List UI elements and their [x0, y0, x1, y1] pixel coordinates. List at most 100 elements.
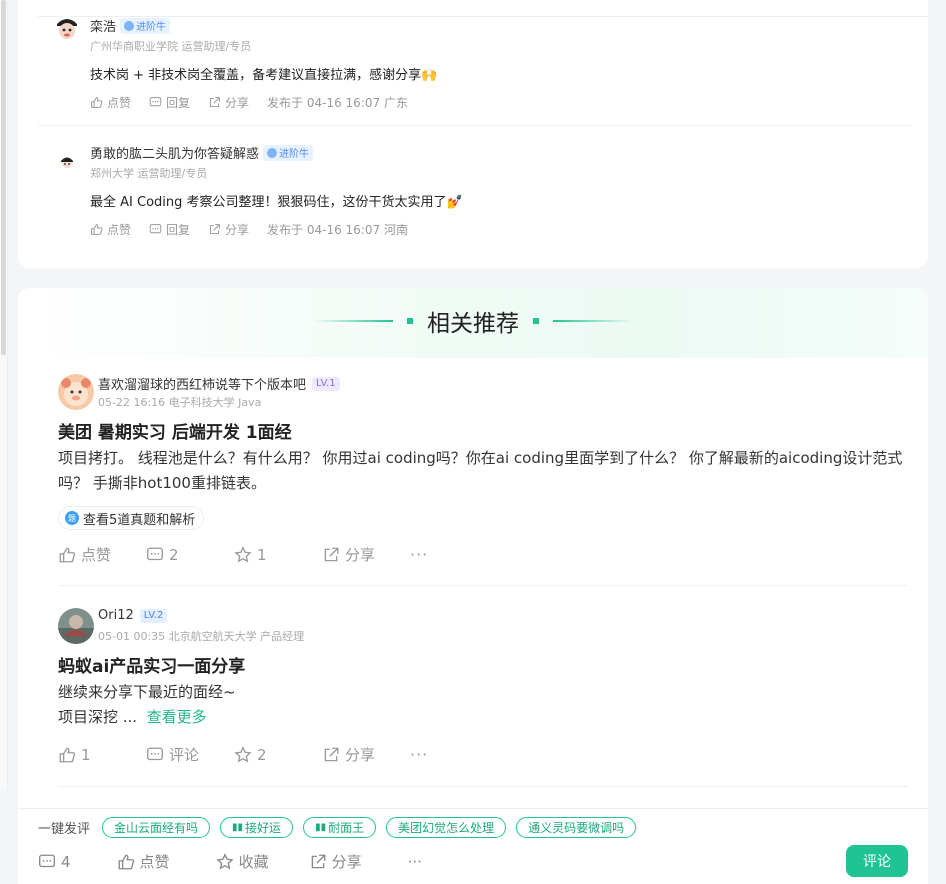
chat-bubble-icon	[149, 224, 162, 234]
share-label: 分享	[331, 853, 362, 871]
comments-button[interactable]: 4	[38, 853, 71, 871]
share-button[interactable]: 分享	[322, 544, 398, 565]
like-label: 点赞	[107, 96, 132, 110]
share-button[interactable]: 分享	[208, 94, 249, 111]
bar-actions: 4 点赞 收藏 分享 ···	[38, 851, 422, 872]
post-author[interactable]: Ori12	[98, 608, 134, 623]
questions-chip[interactable]: 题 查看5道真题和解析	[58, 506, 205, 530]
comment-actions: 点赞 回复 分享 发布于 04-16 16:07 河南	[90, 221, 408, 238]
share-label: 分享	[345, 546, 376, 564]
share-icon	[209, 224, 220, 235]
star-count: 2	[257, 745, 267, 764]
quick-comment-tag[interactable]: ▮▮ 接好运	[220, 817, 294, 838]
star-icon	[234, 745, 252, 763]
avatar[interactable]	[58, 608, 94, 644]
comment-author[interactable]: 栾浩	[90, 16, 116, 35]
thumbs-up-icon	[91, 224, 103, 235]
see-more-link[interactable]: 查看更多	[147, 708, 207, 726]
like-button[interactable]: 1	[58, 746, 134, 764]
question-bank-icon: 题	[65, 511, 79, 525]
badge-label: 进阶牛	[279, 149, 310, 160]
tag-text: 美团幻觉怎么处理	[398, 821, 495, 835]
collect-button[interactable]: 收藏	[215, 851, 269, 872]
comment-button[interactable]: 2	[146, 546, 222, 564]
share-label: 分享	[345, 746, 376, 764]
like-label: 点赞	[81, 546, 112, 564]
tag-text: 通义灵码要微调吗	[528, 821, 625, 835]
reply-label: 回复	[166, 96, 191, 110]
post-title[interactable]: 美团 暑期实习 后端开发 1面经	[58, 418, 292, 443]
post-body-line: 项目深挖 ... 查看更多	[58, 705, 908, 730]
thumbs-up-icon	[91, 97, 103, 108]
quick-comment-tag[interactable]: 金山云面经有吗	[102, 817, 211, 838]
share-button[interactable]: 分享	[208, 221, 249, 238]
like-button[interactable]: 点赞	[117, 851, 170, 872]
reply-button[interactable]: 回复	[149, 221, 190, 238]
decor-square	[407, 318, 413, 324]
thumbs-up-icon	[118, 854, 134, 869]
section-header: 相关推荐	[18, 304, 928, 338]
comment-time: 发布于 04-16 16:07 广东	[267, 96, 408, 110]
quick-comment-tag[interactable]: 美团幻觉怎么处理	[386, 817, 507, 838]
comment-button[interactable]: 评论	[146, 744, 222, 765]
level-badge: 进阶牛	[120, 17, 171, 34]
bottom-action-bar: 一键发评 金山云面经有吗 ▮▮ 接好运 ▮▮ 耐面王 美团幻觉怎么处理 通义灵码要微…	[18, 808, 928, 884]
more-button[interactable]: ···	[410, 745, 428, 764]
share-button[interactable]: 分享	[309, 851, 362, 872]
divider	[58, 585, 908, 586]
like-button[interactable]: 点赞	[58, 544, 134, 565]
badge-label: 进阶牛	[136, 22, 167, 33]
like-button[interactable]: 点赞	[90, 221, 131, 238]
quick-comment-tag[interactable]: 通义灵码要微调吗	[516, 817, 637, 838]
like-count: 1	[81, 745, 91, 764]
more-button[interactable]: ···	[408, 853, 422, 871]
chat-bubble-icon	[147, 747, 163, 760]
like-label: 点赞	[107, 223, 132, 237]
level-badge: 进阶牛	[263, 144, 314, 161]
quick-comment-label: 一键发评	[38, 822, 91, 837]
comment-count: 4	[61, 852, 71, 871]
avatar[interactable]	[58, 374, 94, 410]
share-icon	[311, 854, 326, 868]
comment-actions: 点赞 回复 分享 发布于 04-16 16:07 广东	[90, 94, 408, 111]
like-button[interactable]: 点赞	[90, 94, 131, 111]
post-body[interactable]: 项目拷打。 线程池是什么？有什么用？ 你用过ai coding吗？你在ai co…	[58, 446, 908, 496]
post-body[interactable]: 继续来分享下最近的面经~ 项目深挖 ... 查看更多	[58, 680, 908, 730]
more-button[interactable]: ···	[410, 545, 428, 564]
comment-label: 评论	[169, 746, 200, 764]
like-label: 点赞	[139, 853, 170, 871]
post-meta: 05-01 00:35 北京航空航天大学 产品经理	[98, 630, 305, 643]
badge-icon	[267, 147, 278, 158]
star-count: 1	[257, 545, 267, 564]
thumbs-up-icon	[59, 547, 76, 562]
comment-meta: 郑州大学 运营助理/专员	[90, 167, 208, 180]
decor-square	[533, 318, 539, 324]
comment-count: 2	[169, 545, 179, 564]
star-button[interactable]: 2	[234, 746, 310, 764]
share-icon	[324, 747, 339, 761]
avatar[interactable]	[54, 149, 80, 175]
tag-emoji-icon: ▮▮	[315, 822, 327, 833]
chat-bubble-icon	[147, 547, 163, 560]
page-scrollbar[interactable]	[0, 0, 8, 790]
share-button[interactable]: 分享	[322, 744, 398, 765]
avatar[interactable]	[54, 16, 80, 42]
submit-comment-button[interactable]: 评论	[846, 845, 908, 877]
post-author[interactable]: 喜欢溜溜球的西红柿说等下个版本吧	[98, 374, 306, 393]
reply-button[interactable]: 回复	[149, 94, 190, 111]
chat-bubble-icon	[149, 97, 162, 107]
star-icon	[234, 545, 252, 563]
chip-label: 查看5道真题和解析	[83, 512, 196, 528]
level-badge: LV.1	[312, 376, 340, 391]
post-title[interactable]: 蚂蚁ai产品实习一面分享	[58, 652, 245, 677]
scrollbar-thumb[interactable]	[1, 0, 6, 355]
post-body-line: 继续来分享下最近的面经~	[58, 683, 236, 701]
comment-author[interactable]: 勇敢的肱二头肌为你答疑解惑	[90, 143, 259, 162]
chat-bubble-icon	[39, 854, 55, 867]
quick-comment-tag[interactable]: ▮▮ 耐面王	[303, 817, 377, 838]
decor-line	[553, 320, 633, 322]
tag-text: 金山云面经有吗	[114, 821, 199, 835]
comment-meta: 广州华商职业学院 运营助理/专员	[90, 40, 252, 53]
star-button[interactable]: 1	[234, 546, 310, 564]
level-badge: LV.2	[139, 608, 168, 623]
